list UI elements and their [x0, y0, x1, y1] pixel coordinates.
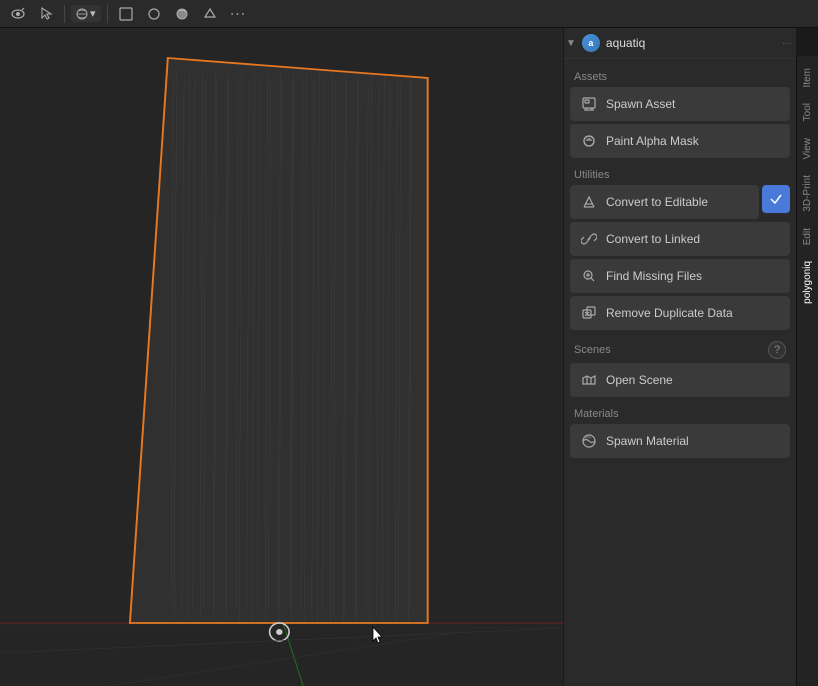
convert-editable-icon [580, 193, 598, 211]
convert-linked-icon [580, 230, 598, 248]
render-sphere-icon[interactable] [142, 3, 166, 25]
assets-section-label: Assets [570, 63, 790, 87]
tab-item[interactable]: Item [799, 60, 816, 95]
viewport[interactable] [0, 28, 563, 686]
convert-editable-label: Convert to Editable [606, 195, 708, 209]
spawn-asset-button[interactable]: Spawn Asset [570, 87, 790, 121]
open-scene-icon [580, 371, 598, 389]
paint-alpha-label: Paint Alpha Mask [606, 134, 699, 148]
separator-2 [107, 5, 108, 23]
main-content: ▼ a aquatiq ··· Assets [0, 28, 818, 686]
remove-duplicate-icon [580, 304, 598, 322]
remove-duplicate-button[interactable]: Remove Duplicate Data [570, 296, 790, 330]
mesh-object [0, 28, 563, 686]
top-toolbar: ▾ ⋯ [0, 0, 818, 28]
spawn-asset-icon [580, 95, 598, 113]
render-material-icon[interactable] [170, 3, 194, 25]
utilities-section-label: Utilities [570, 161, 790, 185]
convert-linked-button[interactable]: Convert to Linked [570, 222, 790, 256]
render-solid-icon[interactable] [114, 3, 138, 25]
more-options-icon[interactable]: ⋯ [226, 3, 250, 25]
spawn-material-icon [580, 432, 598, 450]
materials-section-label: Materials [570, 400, 790, 424]
right-panel-wrapper: ▼ a aquatiq ··· Assets [563, 28, 818, 686]
tab-edit[interactable]: Edit [799, 220, 816, 253]
panel-header: ▼ a aquatiq ··· [564, 28, 796, 59]
tab-polygoniq[interactable]: polygoniq [799, 253, 816, 312]
render-rendered-icon[interactable] [198, 3, 222, 25]
find-missing-button[interactable]: Find Missing Files [570, 259, 790, 293]
convert-editable-button[interactable]: Convert to Editable [570, 185, 759, 219]
viewport-label: ▾ [90, 7, 96, 20]
viewport-dropdown[interactable]: ▾ [71, 5, 101, 22]
open-scene-label: Open Scene [606, 373, 673, 387]
tab-view[interactable]: View [799, 130, 816, 168]
panel-options[interactable]: ··· [782, 38, 792, 49]
panel-collapse-arrow[interactable]: ▼ [566, 38, 576, 49]
scenes-section-label: Scenes [574, 344, 611, 356]
separator-1 [64, 5, 65, 23]
remove-duplicate-label: Remove Duplicate Data [606, 306, 733, 320]
find-missing-label: Find Missing Files [606, 269, 702, 283]
cursor-icon[interactable] [34, 3, 58, 25]
tab-tool[interactable]: Tool [799, 95, 816, 129]
open-scene-button[interactable]: Open Scene [570, 363, 790, 397]
scenes-section-row: Scenes ? [570, 333, 790, 363]
tab-strip: Item Tool View 3D-Print Edit polygoniq [796, 56, 818, 686]
spawn-asset-label: Spawn Asset [606, 97, 675, 111]
spawn-material-button[interactable]: Spawn Material [570, 424, 790, 458]
paint-alpha-icon [580, 132, 598, 150]
tab-3dprint[interactable]: 3D-Print [799, 167, 816, 220]
paint-alpha-button[interactable]: Paint Alpha Mask [570, 124, 790, 158]
panel-logo: a [582, 34, 600, 52]
convert-active-toggle[interactable] [762, 185, 790, 213]
convert-linked-label: Convert to Linked [606, 232, 700, 246]
find-missing-icon [580, 267, 598, 285]
right-panel: ▼ a aquatiq ··· Assets [563, 28, 796, 686]
panel-title: aquatiq [606, 36, 645, 50]
scenes-help-button[interactable]: ? [768, 341, 786, 359]
eye-icon[interactable] [6, 3, 30, 25]
spawn-material-label: Spawn Material [606, 434, 689, 448]
panel-scrollable-content: Assets Spawn Asset [564, 59, 796, 686]
convert-editable-row: Convert to Editable [570, 185, 790, 219]
